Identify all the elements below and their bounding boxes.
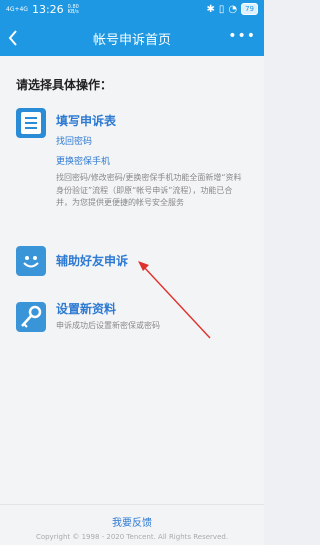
status-time: 13:26 xyxy=(31,3,64,16)
footer-divider xyxy=(0,504,264,505)
copyright-text: Copyright © 1998 - 2020 Tencent. All Rig… xyxy=(35,533,229,541)
page-title: 帐号申诉首页 xyxy=(92,33,171,48)
bluetooth-icon: ✱ xyxy=(206,3,215,15)
network-speed: 0.80 KB/s xyxy=(67,3,79,15)
main-content: 请选择具体操作： 填写申诉表 找回密码 更换密保手机 找回密码/修改密码/更换密… xyxy=(0,56,264,545)
status-bar: 4G+4G 13:26 0.80 KB/s ✱ ▯ ◔ 79 xyxy=(0,0,264,20)
more-menu-button[interactable]: ••• xyxy=(228,28,256,44)
signal-indicator: 4G+4G xyxy=(6,5,28,13)
annotation-arrow xyxy=(138,261,211,339)
feedback-link[interactable]: 我要反馈 xyxy=(0,514,264,529)
title-bar: 帐号申诉首页 ••• xyxy=(0,20,264,56)
wifi-icon: ◔ xyxy=(228,3,238,15)
battery-indicator: 79 xyxy=(241,3,258,15)
vibrate-icon: ▯ xyxy=(218,3,225,15)
